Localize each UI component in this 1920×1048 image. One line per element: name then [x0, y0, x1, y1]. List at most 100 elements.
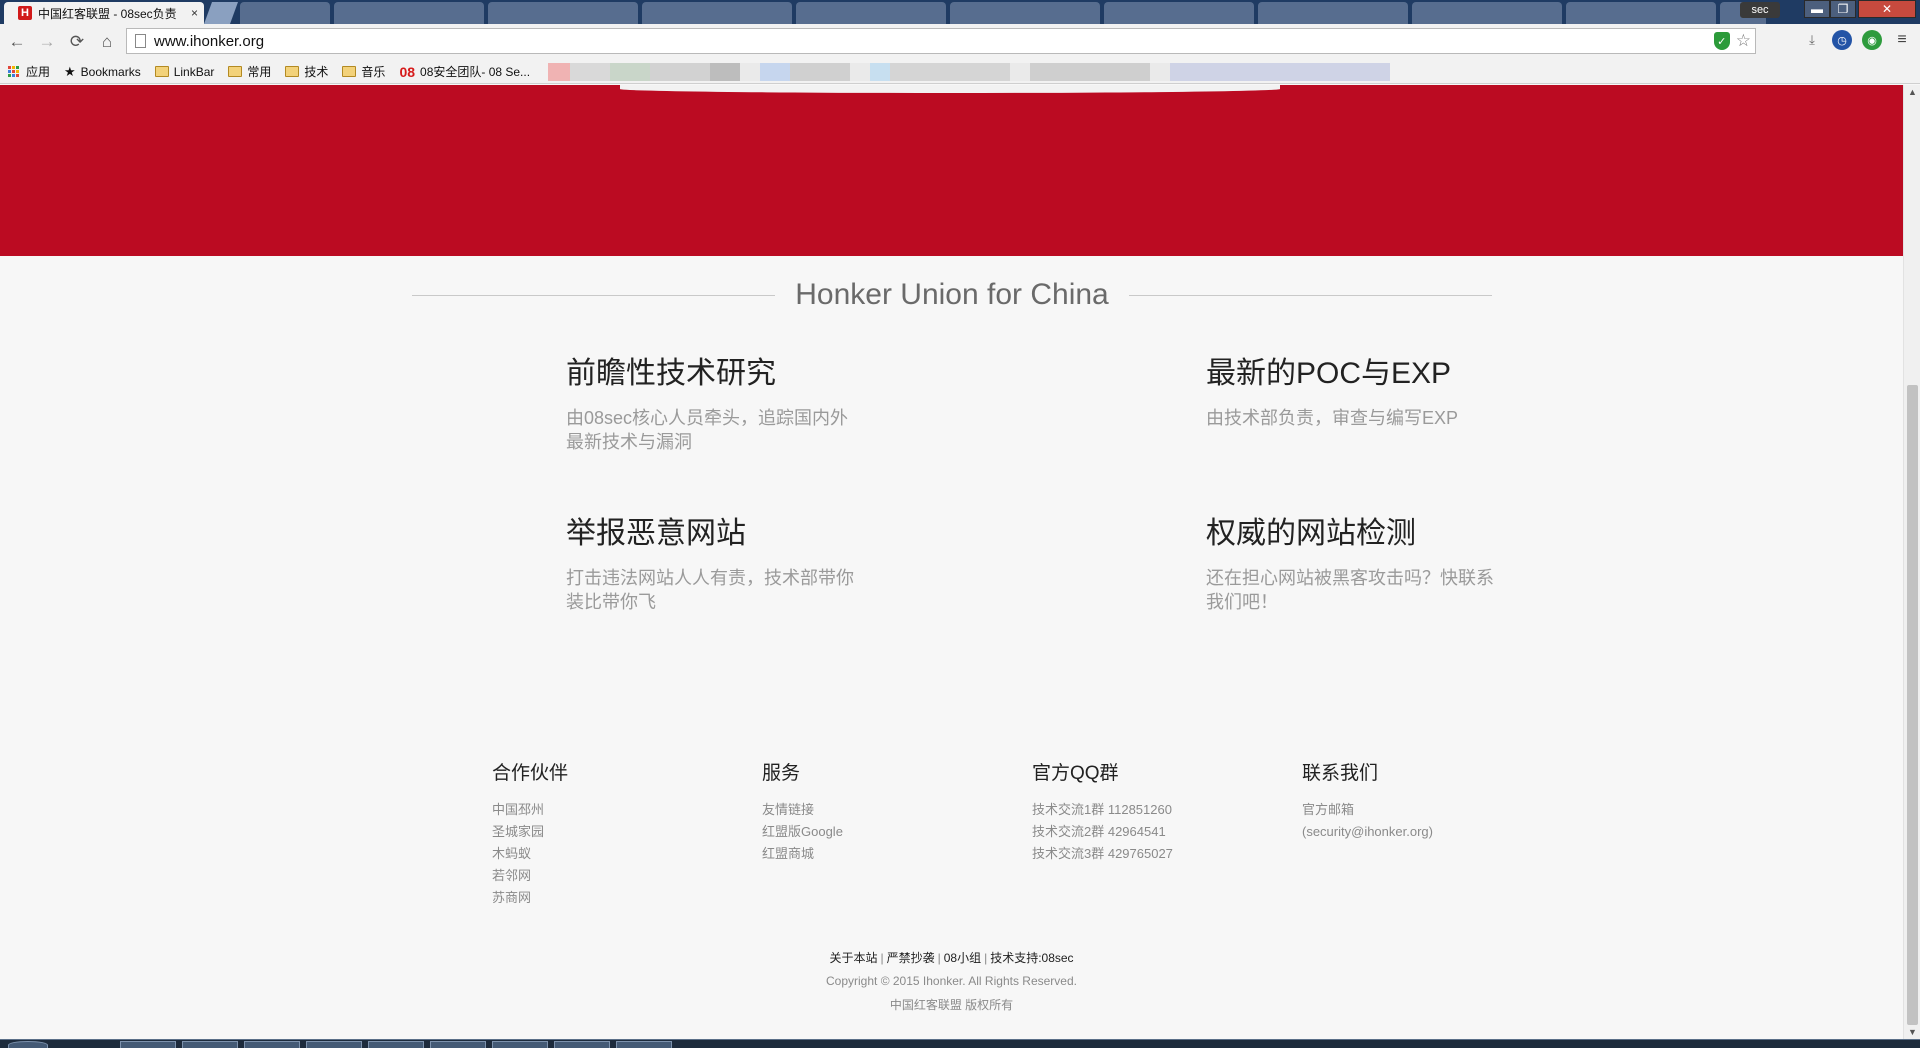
- scroll-down-icon[interactable]: ▼: [1908, 1027, 1917, 1037]
- bookmark-folder-linkbar[interactable]: LinkBar: [154, 64, 215, 79]
- footer-bottom-link[interactable]: 技术支持:08sec: [990, 951, 1073, 965]
- taskbar-item[interactable]: [616, 1041, 672, 1048]
- back-button[interactable]: ←: [4, 29, 30, 55]
- page-viewport: Honker Union for China 前瞻性技术研究 由08sec核心人…: [0, 85, 1903, 1039]
- footer-heading: 联系我们: [1302, 763, 1379, 784]
- footer-link[interactable]: 友情链接: [762, 799, 1002, 821]
- footer-bottom-links: 关于本站 | 严禁抄袭 | 08小组 | 技术支持:08sec: [0, 949, 1903, 966]
- scroll-thumb[interactable]: [1907, 385, 1918, 1025]
- bookmarks-blurred: [548, 62, 1391, 81]
- bookmark-label: 常用: [247, 65, 272, 79]
- tab-strip: H 中国红客联盟 - 08sec负责 × sec ▬ ❐ ✕: [0, 0, 1920, 24]
- bookmarks-bar: 应用 ★ Bookmarks LinkBar 常用 技术 音乐 08 08安全团…: [0, 60, 1920, 84]
- tab-blurred[interactable]: [1104, 2, 1254, 24]
- footer-link[interactable]: (security@ihonker.org): [1302, 821, 1542, 843]
- clock-extension-icon[interactable]: ◷: [1832, 30, 1852, 50]
- feature-description: 还在担心网站被黑客攻击吗？快联系我们吧！: [1206, 568, 1494, 612]
- separator: |: [937, 951, 941, 965]
- footer-heading: 合作伙伴: [492, 763, 569, 784]
- forward-button[interactable]: →: [34, 29, 60, 55]
- taskbar-item[interactable]: [120, 1041, 176, 1048]
- taskbar-item[interactable]: [368, 1041, 424, 1048]
- footer-col-contact: 联系我们 官方邮箱 (security@ihonker.org): [1302, 758, 1542, 843]
- profile-badge[interactable]: sec: [1740, 2, 1780, 18]
- section-header: Honker Union for China: [412, 275, 1492, 315]
- bookmark-label: LinkBar: [173, 64, 215, 79]
- footer-bottom-link[interactable]: 08小组: [944, 951, 981, 965]
- copyright-text: Copyright © 2015 Ihonker. All Rights Res…: [826, 974, 1077, 988]
- footer-heading: 官方QQ群: [1032, 763, 1119, 784]
- reload-button[interactable]: ⟳: [64, 29, 90, 55]
- bookmark-bookmarks[interactable]: ★ Bookmarks: [64, 64, 141, 80]
- tab-blurred[interactable]: [488, 2, 638, 24]
- tab-blurred[interactable]: [1412, 2, 1562, 24]
- site-favicon-icon: H: [18, 6, 32, 20]
- divider-left: [412, 294, 776, 296]
- shield-icon[interactable]: ✓: [1713, 32, 1730, 50]
- maximize-button[interactable]: ❐: [1830, 0, 1856, 18]
- folder-icon: [342, 66, 357, 77]
- footer-link[interactable]: 技术交流2群 42964541: [1032, 821, 1272, 843]
- footer-col-partners: 合作伙伴 中国邳州 圣城家园 木蚂蚁 若邻网 苏商网: [492, 758, 732, 909]
- bookmark-folder-common[interactable]: 常用: [228, 63, 271, 80]
- start-button[interactable]: [8, 1041, 48, 1048]
- bookmark-label: 技术: [304, 65, 329, 79]
- taskbar-item[interactable]: [244, 1041, 300, 1048]
- rights-text: 中国红客联盟 版权所有: [889, 998, 1014, 1012]
- footer-link[interactable]: 圣城家园: [492, 821, 732, 843]
- tab-blurred[interactable]: [240, 2, 330, 24]
- footer-heading: 服务: [762, 763, 801, 784]
- tab-blurred[interactable]: [1258, 2, 1408, 24]
- menu-icon[interactable]: ≡: [1892, 30, 1912, 50]
- 08sec-icon: 08: [399, 63, 416, 80]
- tab-blurred[interactable]: [796, 2, 946, 24]
- url-text[interactable]: www.ihonker.org: [154, 33, 264, 50]
- tab-active[interactable]: H 中国红客联盟 - 08sec负责 ×: [4, 2, 204, 24]
- footer-bottom-link[interactable]: 关于本站: [829, 951, 877, 965]
- footer-bottom: 关于本站 | 严禁抄袭 | 08小组 | 技术支持:08sec Copyright © 20…: [0, 949, 1903, 1013]
- apps-icon: [8, 65, 20, 78]
- footer-link[interactable]: 官方邮箱: [1302, 799, 1542, 821]
- tab-close-icon[interactable]: ×: [191, 6, 198, 20]
- page-icon: [135, 34, 146, 48]
- address-bar[interactable]: www.ihonker.org ✓ ☆: [126, 28, 1756, 54]
- download-icon[interactable]: ⤓: [1802, 30, 1822, 50]
- footer-link[interactable]: 红盟商城: [762, 843, 1002, 865]
- globe-extension-icon[interactable]: ◉: [1862, 30, 1882, 50]
- close-window-button[interactable]: ✕: [1858, 0, 1916, 18]
- taskbar-item[interactable]: [430, 1041, 486, 1048]
- bookmark-apps[interactable]: 应用: [8, 63, 50, 80]
- vertical-scrollbar[interactable]: ▲ ▼: [1903, 85, 1920, 1039]
- new-tab-button[interactable]: [203, 2, 239, 24]
- home-button[interactable]: ⌂: [94, 29, 120, 55]
- minimize-button[interactable]: ▬: [1804, 0, 1830, 18]
- footer-bottom-link[interactable]: 严禁抄袭: [887, 951, 935, 965]
- bookmark-08sec[interactable]: 08 08安全团队- 08 Se...: [399, 63, 530, 80]
- scroll-up-icon[interactable]: ▲: [1908, 87, 1917, 97]
- footer-link[interactable]: 红盟版Google: [762, 821, 1002, 843]
- taskbar-item[interactable]: [554, 1041, 610, 1048]
- footer-link[interactable]: 中国邳州: [492, 799, 732, 821]
- footer-link[interactable]: 木蚂蚁: [492, 843, 732, 865]
- footer-link[interactable]: 苏商网: [492, 887, 732, 909]
- taskbar-item[interactable]: [492, 1041, 548, 1048]
- tab-blurred[interactable]: [334, 2, 484, 24]
- bookmark-folder-tech[interactable]: 技术: [285, 63, 328, 80]
- tab-blurred[interactable]: [1566, 2, 1716, 24]
- feature-title: 权威的网站检测: [1206, 517, 1416, 550]
- feature-title: 最新的POC与EXP: [1206, 357, 1452, 390]
- tab-blurred[interactable]: [642, 2, 792, 24]
- bookmark-folder-music[interactable]: 音乐: [342, 63, 385, 80]
- footer-link[interactable]: 若邻网: [492, 865, 732, 887]
- taskbar-item[interactable]: [306, 1041, 362, 1048]
- feature-description: 由技术部负责，审查与编写EXP: [1206, 408, 1459, 428]
- footer-col-qq: 官方QQ群 技术交流1群 112851260 技术交流2群 42964541 技…: [1032, 758, 1272, 865]
- hero-banner: [0, 85, 1903, 256]
- feature-research: 前瞻性技术研究 由08sec核心人员牵头，追踪国内外最新技术与漏洞: [566, 348, 896, 454]
- footer-col-services: 服务 友情链接 红盟版Google 红盟商城: [762, 758, 1002, 865]
- footer-link[interactable]: 技术交流3群 429765027: [1032, 843, 1272, 865]
- footer-link[interactable]: 技术交流1群 112851260: [1032, 799, 1272, 821]
- taskbar-item[interactable]: [182, 1041, 238, 1048]
- tab-blurred[interactable]: [950, 2, 1100, 24]
- bookmark-star-icon[interactable]: ☆: [1736, 32, 1751, 50]
